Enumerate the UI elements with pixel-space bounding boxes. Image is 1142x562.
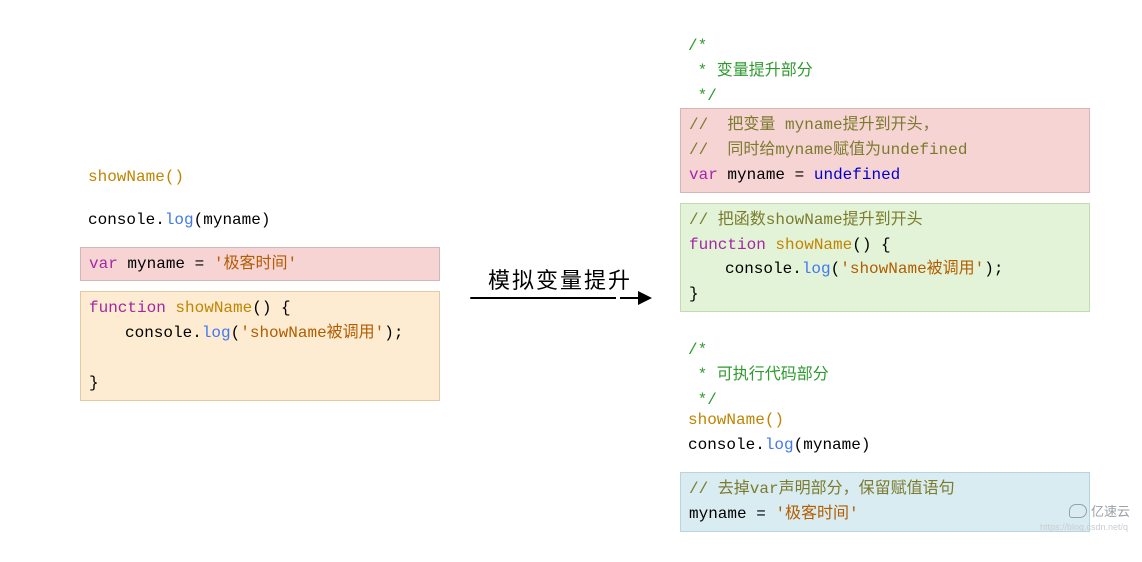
code-text: showName() xyxy=(88,168,184,186)
right-code-column: /* * 变量提升部分 */ // 把变量 myname提升到开头， // 同时… xyxy=(680,30,1090,532)
left-function-block: function showName() { console.log('showN… xyxy=(80,291,440,400)
watermark: 亿速云 https://blog.csdn.net/q xyxy=(1069,501,1130,520)
watermark-text: 亿速云 xyxy=(1091,501,1130,520)
watermark-logo-icon xyxy=(1069,504,1087,518)
arrow-column: 模拟变量提升 xyxy=(460,263,660,299)
arrow-label: 模拟变量提升 xyxy=(488,263,632,295)
left-code-column: showName() console.log(myname) var mynam… xyxy=(80,161,440,401)
right-green-block: // 把函数showName提升到开头 function showName() … xyxy=(680,203,1090,312)
right-exec-comment: /* * 可执行代码部分 */ xyxy=(680,334,1090,412)
arrow-icon xyxy=(470,297,650,299)
right-pink-block: // 把变量 myname提升到开头， // 同时给myname赋值为undef… xyxy=(680,108,1090,192)
right-console-log: console.log(myname) xyxy=(680,433,1090,462)
left-call-showname: showName() xyxy=(80,161,440,194)
left-var-myname-block: var myname = '极客时间' xyxy=(80,247,440,282)
left-console-log: console.log(myname) xyxy=(80,204,440,237)
right-blue-block: // 去掉var声明部分，保留赋值语句 myname = '极客时间' xyxy=(680,472,1090,532)
right-hoist-comment: /* * 变量提升部分 */ xyxy=(680,30,1090,108)
